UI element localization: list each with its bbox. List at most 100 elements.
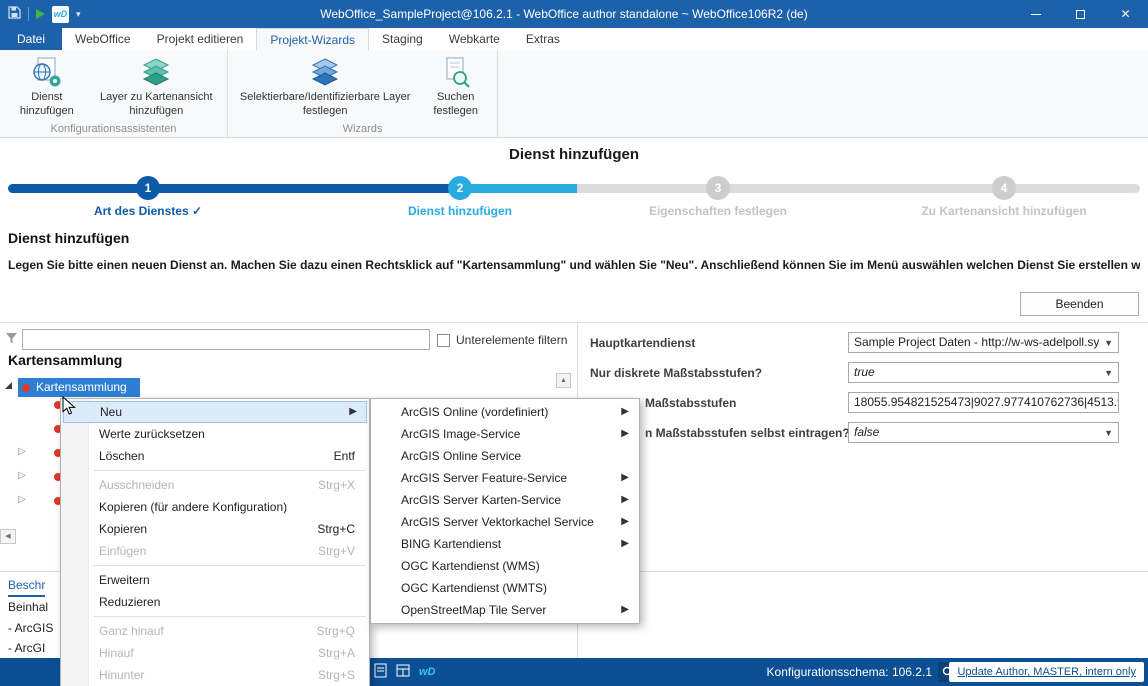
- submenu-item-arcgis-server-feature-service[interactable]: ArcGIS Server Feature-Service▶: [371, 467, 639, 489]
- close-icon: ✕: [1120, 7, 1130, 21]
- wizard-title: Dienst hinzufügen: [0, 146, 1148, 163]
- tree-expander-icon[interactable]: ▷: [18, 470, 26, 482]
- submenu-arrow-icon: ▶: [621, 511, 629, 533]
- tab-projekt-wizards[interactable]: Projekt-Wizards: [256, 28, 369, 50]
- configuration-schema-text: Konfigurationsschema: 106.2.1: [767, 658, 932, 686]
- ribbon-group-konfigurationsassistenten: Dienst hinzufügen Layer zu Kartenansicht…: [0, 50, 228, 137]
- window-title: WebOffice_SampleProject@106.2.1 - WebOff…: [120, 0, 1008, 28]
- toolbar-separator: [28, 7, 29, 21]
- menu-item-hinauf: HinaufStrg+A: [61, 642, 369, 664]
- tab-projekt-editieren[interactable]: Projekt editieren: [144, 28, 257, 50]
- selbst-eintragen-select[interactable]: false ▼: [848, 422, 1119, 443]
- scroll-up-button[interactable]: ▲: [556, 373, 571, 388]
- close-button[interactable]: ✕: [1103, 0, 1148, 28]
- ribbon-group-wizards: Selektierbare/Identifizierbare Layer fes…: [228, 50, 498, 137]
- tree-root-node[interactable]: Kartensammlung: [18, 378, 140, 397]
- chevron-down-icon[interactable]: ▼: [1104, 424, 1113, 443]
- report-icon[interactable]: [374, 663, 387, 681]
- ribbon-group-label: Wizards: [228, 123, 497, 135]
- step-label-3: Eigenschaften festlegen: [618, 204, 818, 218]
- filter-input[interactable]: [22, 329, 430, 350]
- tree-heading: Kartensammlung: [8, 352, 122, 368]
- layers-select-icon: [308, 55, 342, 91]
- hauptkartendienst-select[interactable]: Sample Project Daten - http://w-ws-adelp…: [848, 332, 1119, 353]
- tab-extras[interactable]: Extras: [513, 28, 573, 50]
- chevron-down-icon[interactable]: ▾: [76, 9, 81, 20]
- submenu-item-ogc-kartendienst-wms[interactable]: OGC Kartendienst (WMS): [371, 555, 639, 577]
- step-label-4: Zu Kartenansicht hinzufügen: [884, 204, 1124, 218]
- massstabsstufen-input[interactable]: 18055.954821525473|9027.977410762736|451…: [848, 392, 1119, 413]
- ribbon-button-suchen-festlegen[interactable]: Suchen festlegen: [418, 52, 493, 123]
- run-icon[interactable]: [36, 9, 45, 19]
- submenu-arrow-icon: ▶: [621, 489, 629, 511]
- tab-weboffice[interactable]: WebOffice: [62, 28, 144, 50]
- service-add-icon: [30, 55, 64, 91]
- tree-expander-icon[interactable]: ▷: [18, 494, 26, 506]
- tree-expander-icon[interactable]: ▷: [18, 446, 26, 458]
- save-icon[interactable]: [8, 6, 21, 22]
- wizard-instruction: Legen Sie bitte einen neuen Dienst an. M…: [8, 258, 1140, 272]
- submenu-item-arcgis-server-karten-service[interactable]: ArcGIS Server Karten-Service▶: [371, 489, 639, 511]
- description-line: - ArcGI: [8, 641, 45, 655]
- weboffice-logo[interactable]: wD: [52, 6, 69, 23]
- prop-label-hauptkartendienst: Hauptkartendienst: [590, 336, 695, 350]
- submenu-arrow-icon: ▶: [621, 467, 629, 489]
- ribbon-button-layer-zu-kartenansicht[interactable]: Layer zu Kartenansicht hinzufügen: [90, 52, 223, 123]
- menu-item-neu[interactable]: Neu ▶: [63, 401, 367, 423]
- step-circle-4: 4: [992, 176, 1016, 200]
- subelements-filter-checkbox[interactable]: [437, 334, 450, 347]
- minimize-button[interactable]: [1013, 0, 1058, 28]
- weboffice-icon[interactable]: wD: [419, 666, 436, 678]
- tree-expander-open-icon[interactable]: [5, 382, 12, 389]
- menu-item-hinunter: HinunterStrg+S: [61, 664, 369, 686]
- step-label-1: Art des Dienstes ✓: [48, 204, 248, 218]
- titlebar: wD ▾ WebOffice_SampleProject@106.2.1 - W…: [0, 0, 1148, 28]
- description-line: - ArcGIS: [8, 621, 53, 635]
- context-menu: Neu ▶ Werte zurücksetzen LöschenEntf Aus…: [60, 398, 370, 686]
- menu-item-ausschneiden: AusschneidenStrg+X: [61, 474, 369, 496]
- menu-item-kopieren[interactable]: KopierenStrg+C: [61, 518, 369, 540]
- submenu-item-bing-kartendienst[interactable]: BING Kartendienst▶: [371, 533, 639, 555]
- menu-item-kopieren-andere-konfiguration[interactable]: Kopieren (für andere Konfiguration): [61, 496, 369, 518]
- chevron-down-icon[interactable]: ▼: [1104, 364, 1113, 383]
- ribbon-button-dienst-hinzufuegen[interactable]: Dienst hinzufügen: [4, 52, 90, 123]
- neu-submenu: ArcGIS Online (vordefiniert)▶ ArcGIS Ima…: [370, 398, 640, 624]
- window-grid-icon[interactable]: [396, 664, 410, 680]
- prop-label-diskrete-massstabsstufen: Nur diskrete Maßstabsstufen?: [590, 366, 762, 380]
- menu-item-loeschen[interactable]: LöschenEntf: [61, 445, 369, 467]
- ribbon-tab-bar: Datei WebOffice Projekt editieren Projek…: [0, 28, 1148, 50]
- finish-button[interactable]: Beenden: [1020, 292, 1139, 316]
- quick-access-toolbar: wD ▾: [8, 0, 81, 28]
- chevron-down-icon[interactable]: ▼: [1104, 334, 1113, 353]
- filter-icon: [5, 332, 18, 348]
- submenu-item-ogc-kartendienst-wmts[interactable]: OGC Kartendienst (WMTS): [371, 577, 639, 599]
- maximize-button[interactable]: [1058, 0, 1103, 28]
- submenu-arrow-icon: ▶: [349, 402, 357, 422]
- menu-separator: [93, 616, 366, 617]
- menu-item-erweitern[interactable]: Erweitern: [61, 569, 369, 591]
- submenu-item-arcgis-image-service[interactable]: ArcGIS Image-Service▶: [371, 423, 639, 445]
- checkbox-label: Unterelemente filtern: [456, 333, 567, 347]
- layers-add-icon: [139, 55, 173, 91]
- tab-beschreibung[interactable]: Beschr: [8, 578, 45, 597]
- update-author-link[interactable]: Update Author, MASTER, intern only: [949, 662, 1144, 682]
- tab-webkarte[interactable]: Webkarte: [436, 28, 513, 50]
- step-circle-2: 2: [448, 176, 472, 200]
- submenu-item-arcgis-online-service[interactable]: ArcGIS Online Service: [371, 445, 639, 467]
- tab-staging[interactable]: Staging: [369, 28, 436, 50]
- submenu-item-arcgis-online-vordefiniert[interactable]: ArcGIS Online (vordefiniert)▶: [371, 401, 639, 423]
- menu-separator: [93, 565, 366, 566]
- submenu-item-openstreetmap-tile-server[interactable]: OpenStreetMap Tile Server▶: [371, 599, 639, 621]
- diskrete-massstabsstufen-select[interactable]: true ▼: [848, 362, 1119, 383]
- menu-item-reduzieren[interactable]: Reduzieren: [61, 591, 369, 613]
- step-circle-3: 3: [706, 176, 730, 200]
- ribbon-button-selektierbare-layer[interactable]: Selektierbare/Identifizierbare Layer fes…: [232, 52, 418, 123]
- submenu-arrow-icon: ▶: [621, 533, 629, 555]
- maximize-icon: [1076, 10, 1085, 19]
- tab-datei[interactable]: Datei: [0, 28, 62, 50]
- menu-item-werte-zuruecksetzen[interactable]: Werte zurücksetzen: [61, 423, 369, 445]
- section-title: Dienst hinzufügen: [8, 230, 129, 246]
- node-status-icon: [22, 384, 30, 392]
- submenu-item-arcgis-server-vektorkachel-service[interactable]: ArcGIS Server Vektorkachel Service▶: [371, 511, 639, 533]
- scroll-left-button[interactable]: ◀: [0, 529, 16, 544]
